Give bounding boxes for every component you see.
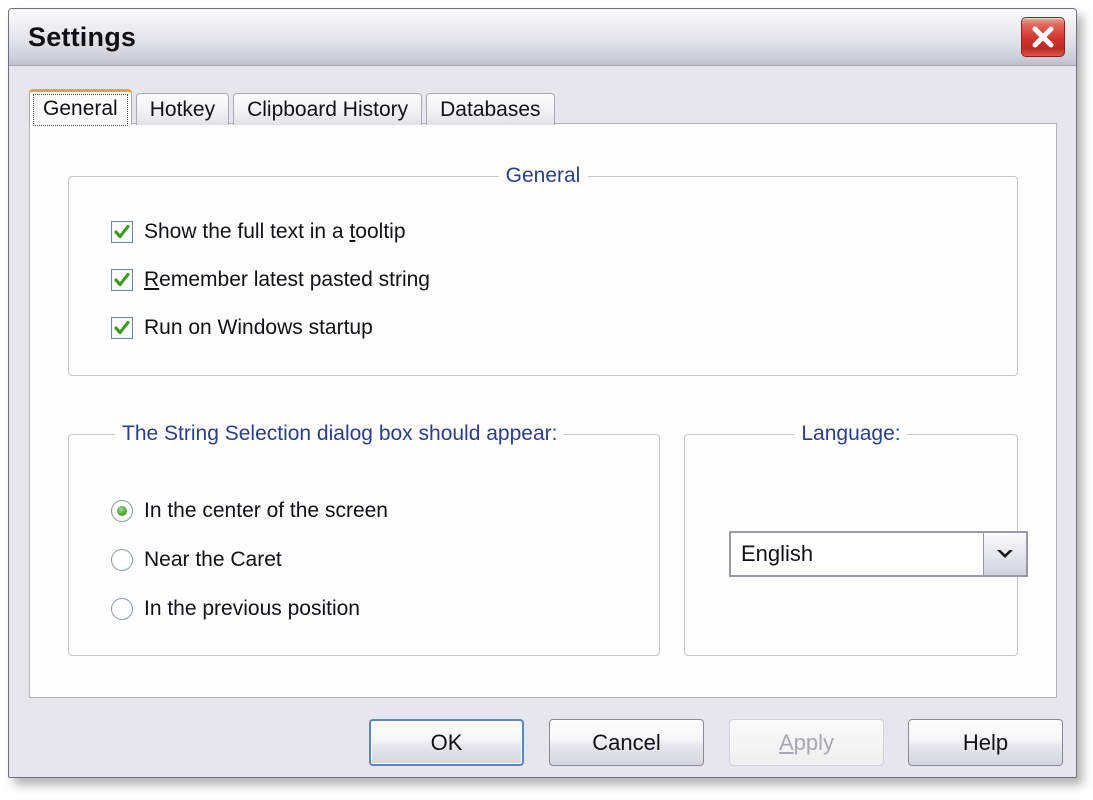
language-select-value: English — [741, 541, 814, 566]
apply-button: Apply — [729, 719, 884, 766]
radio-unselected-icon — [111, 549, 133, 571]
tab-strip: General Hotkey Clipboard History Databas… — [29, 89, 559, 126]
radio-near-the-caret-label: Near the Caret — [144, 548, 282, 571]
dialog-button-bar: OK Cancel Apply Help — [9, 715, 1076, 777]
checkbox-run-on-startup[interactable]: Run on Windows startup — [111, 317, 373, 339]
help-button[interactable]: Help — [908, 719, 1063, 766]
close-x-glyph — [1032, 26, 1054, 48]
tab-databases-label: Databases — [440, 97, 541, 121]
checkbox-show-tooltip-label: Show the full text in a tooltip — [144, 220, 406, 243]
checkbox-run-on-startup-label: Run on Windows startup — [144, 316, 373, 339]
radio-previous-position-label: In the previous position — [144, 597, 360, 620]
help-button-label: Help — [962, 729, 1009, 755]
checkbox-remember-pasted[interactable]: Remember latest pasted string — [111, 269, 430, 291]
checkbox-show-tooltip[interactable]: Show the full text in a tooltip — [111, 221, 406, 243]
radio-near-the-caret[interactable]: Near the Caret — [111, 549, 282, 571]
tab-hotkey[interactable]: Hotkey — [135, 93, 230, 125]
ok-button-label: OK — [430, 729, 463, 755]
check-glyph — [114, 320, 130, 335]
radio-previous-position[interactable]: In the previous position — [111, 598, 360, 620]
cancel-button[interactable]: Cancel — [549, 719, 704, 766]
tab-clipboard-history[interactable]: Clipboard History — [233, 93, 423, 125]
title-bar: Settings — [9, 9, 1076, 66]
dialog-position-group-box: The String Selection dialog box should a… — [68, 422, 660, 656]
tab-general[interactable]: General — [29, 89, 132, 126]
checkbox-remember-pasted-label: Remember latest pasted string — [144, 268, 430, 291]
checkbox-checked-icon — [111, 269, 133, 291]
checkbox-checked-icon — [111, 317, 133, 339]
chevron-down-glyph — [997, 550, 1013, 558]
language-group-box: Language: English — [684, 422, 1028, 656]
chevron-down-icon[interactable] — [983, 533, 1026, 575]
settings-dialog: Settings General Hotkey Clipboard Histor… — [8, 8, 1077, 778]
tab-hotkey-label: Hotkey — [149, 97, 216, 121]
radio-selected-icon — [111, 500, 133, 522]
check-glyph — [114, 272, 130, 287]
check-glyph — [114, 224, 130, 239]
radio-unselected-icon — [111, 598, 133, 620]
apply-button-label: Apply — [778, 729, 835, 755]
general-group-box: General Show the full text in a tooltip … — [68, 164, 1018, 376]
tab-page-general: General Show the full text in a tooltip … — [29, 123, 1057, 698]
tab-general-label: General — [43, 96, 118, 120]
language-select[interactable]: English — [729, 531, 1028, 577]
cancel-button-label: Cancel — [592, 729, 661, 755]
dialog-position-group-legend: The String Selection dialog box should a… — [115, 422, 565, 446]
ok-button[interactable]: OK — [369, 719, 524, 766]
radio-center-of-screen[interactable]: In the center of the screen — [111, 500, 388, 522]
checkbox-checked-icon — [111, 221, 133, 243]
tab-databases[interactable]: Databases — [426, 93, 555, 125]
close-icon[interactable] — [1021, 17, 1065, 57]
radio-center-of-screen-label: In the center of the screen — [144, 499, 388, 522]
window-title: Settings — [28, 22, 137, 52]
general-group-legend: General — [498, 164, 588, 188]
language-group-legend: Language: — [794, 422, 908, 446]
tab-clipboard-history-label: Clipboard History — [247, 97, 409, 121]
